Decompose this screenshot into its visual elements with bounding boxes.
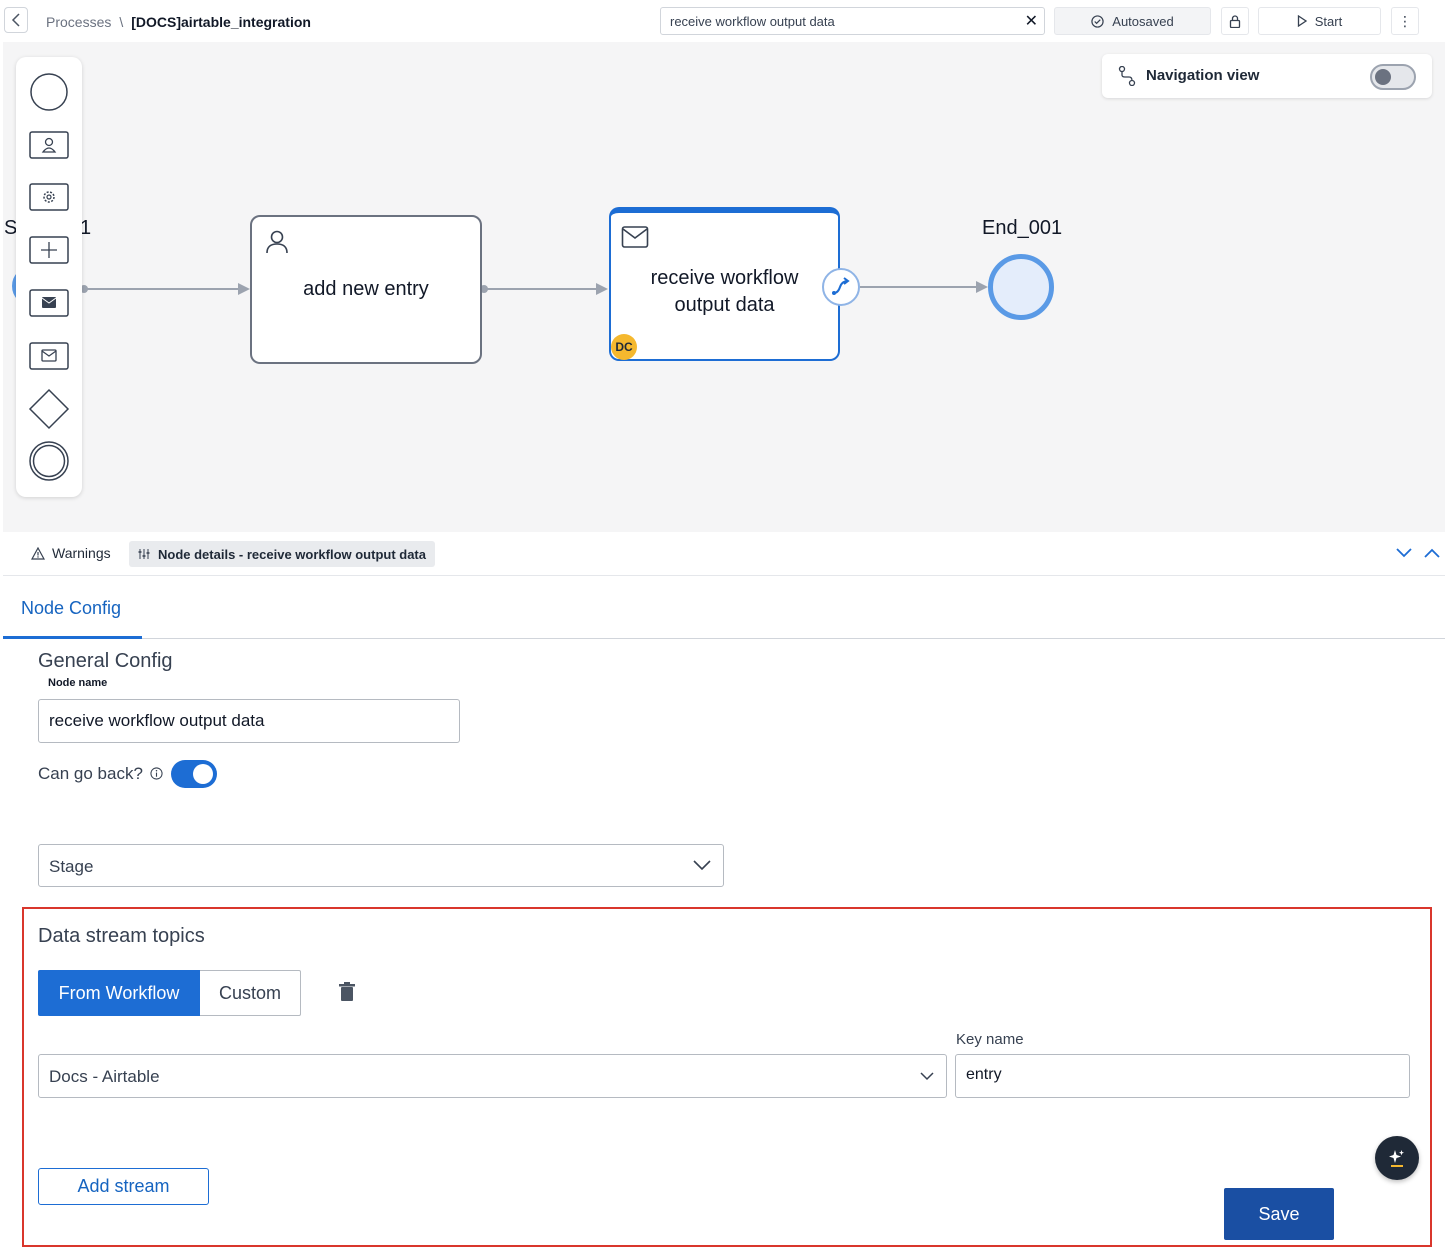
ai-assistant-button[interactable]: [1375, 1136, 1419, 1180]
end-event-icon: [29, 441, 69, 481]
envelope-icon: [621, 226, 649, 248]
palette-exclusive-gateway[interactable]: [27, 387, 71, 431]
palette-send-message-task[interactable]: [27, 281, 71, 325]
clear-search-icon[interactable]: ✕: [1025, 11, 1038, 31]
stream-source-toggle: From Workflow Custom: [38, 970, 301, 1016]
breadcrumb-separator: \: [119, 14, 124, 30]
user-task-node[interactable]: add new entry: [250, 215, 482, 364]
lock-icon: [1229, 14, 1241, 28]
start-event-icon: [30, 73, 68, 111]
assignee-badge: DC: [611, 334, 637, 360]
node-config-tabs: Node Config: [3, 576, 1445, 639]
palette-service-task[interactable]: [27, 175, 71, 219]
custom-option[interactable]: Custom: [200, 970, 301, 1016]
key-name-label: Key name: [956, 1031, 1024, 1048]
chevron-up-icon[interactable]: [1423, 545, 1441, 561]
tab-warnings[interactable]: Warnings: [31, 545, 111, 561]
workflow-select[interactable]: Docs - Airtable: [38, 1054, 947, 1098]
key-name-input[interactable]: entry: [955, 1054, 1410, 1098]
stage-placeholder: Stage: [49, 857, 94, 876]
chevron-down-icon: [920, 1072, 934, 1081]
end-event-label: End_001: [982, 217, 1063, 239]
add-stream-button[interactable]: Add stream: [38, 1168, 209, 1205]
stage-select[interactable]: Stage: [38, 844, 724, 887]
data-stream-title: Data stream topics: [38, 925, 205, 947]
lock-button[interactable]: [1221, 7, 1249, 35]
back-button[interactable]: [4, 7, 28, 33]
palette-subprocess[interactable]: [27, 228, 71, 272]
palette-receive-message-task[interactable]: [27, 334, 71, 378]
info-icon[interactable]: [150, 767, 163, 780]
check-circle-icon: [1091, 14, 1104, 28]
warning-icon: [31, 546, 45, 560]
user-task-icon: [29, 131, 69, 159]
from-workflow-option[interactable]: From Workflow: [38, 970, 200, 1016]
gear-icon: [29, 183, 69, 211]
navigation-view-label: Navigation view: [1146, 67, 1260, 84]
node-name-input[interactable]: receive workflow output data: [38, 699, 460, 743]
sliders-icon: [138, 549, 150, 559]
navigation-view-panel: Navigation view: [1102, 54, 1432, 98]
chevron-down-icon: [693, 860, 711, 871]
can-go-back-toggle[interactable]: [171, 760, 217, 788]
route-arrow-icon: [832, 277, 850, 295]
can-go-back-text: Can go back?: [38, 764, 143, 783]
breadcrumb-processes[interactable]: Processes: [46, 14, 111, 30]
receive-task-label-line1: receive workflow: [650, 267, 799, 289]
user-task-label: add new entry: [303, 278, 429, 300]
toggle-knob: [1375, 69, 1391, 85]
plus-square-icon: [29, 236, 69, 264]
bottom-panel-tabs: Warnings Node details - receive workflow…: [3, 532, 1445, 576]
route-icon: [1118, 66, 1136, 86]
save-button[interactable]: Save: [1224, 1188, 1334, 1240]
more-options-button[interactable]: ⋮: [1391, 7, 1419, 35]
tab-node-details-label: Node details - receive workflow output d…: [158, 546, 426, 562]
chevron-down-icon[interactable]: [1395, 545, 1413, 561]
start-label: Start: [1314, 13, 1343, 29]
toggle-knob: [193, 764, 213, 784]
receive-task-node[interactable]: receive workflow output data DC: [609, 207, 840, 361]
user-icon: [266, 230, 288, 254]
breadcrumb-current: [DOCS]airtable_integration: [131, 14, 311, 30]
boundary-event[interactable]: [822, 268, 860, 306]
tab-node-details[interactable]: Node details - receive workflow output d…: [129, 541, 435, 567]
play-icon: [1297, 15, 1307, 27]
tab-warnings-label: Warnings: [52, 545, 111, 561]
search-input[interactable]: receive workflow output data ✕: [660, 7, 1045, 35]
top-bar: Processes \ [DOCS]airtable_integration r…: [0, 0, 1445, 42]
envelope-filled-icon: [29, 289, 69, 317]
navigation-view-toggle[interactable]: [1370, 64, 1416, 90]
receive-task-label-line2: output data: [674, 294, 775, 316]
trash-icon[interactable]: [337, 981, 357, 1003]
sparkle-icon: [1389, 1150, 1404, 1167]
start-button[interactable]: Start: [1258, 7, 1381, 35]
palette-end-event[interactable]: [27, 439, 71, 483]
breadcrumb: Processes \ [DOCS]airtable_integration: [46, 14, 311, 30]
palette-user-task[interactable]: [27, 123, 71, 167]
autosaved-status: Autosaved: [1054, 7, 1211, 35]
workflow-select-value: Docs - Airtable: [49, 1067, 160, 1086]
diamond-icon: [28, 388, 70, 430]
active-tab-indicator: [3, 636, 142, 639]
node-name-label: Node name: [48, 677, 108, 689]
end-event[interactable]: [988, 254, 1054, 320]
can-go-back-label: Can go back?: [38, 764, 163, 784]
search-input-value: receive workflow output data: [670, 14, 835, 29]
more-vertical-icon: ⋮: [1398, 12, 1412, 29]
chevron-left-icon: [11, 13, 20, 27]
autosaved-label: Autosaved: [1112, 13, 1174, 29]
envelope-icon: [29, 342, 69, 370]
tab-node-config[interactable]: Node Config: [21, 598, 121, 619]
palette-start-event[interactable]: [27, 70, 71, 114]
general-config-title: General Config: [38, 650, 173, 672]
element-palette: [16, 57, 82, 497]
